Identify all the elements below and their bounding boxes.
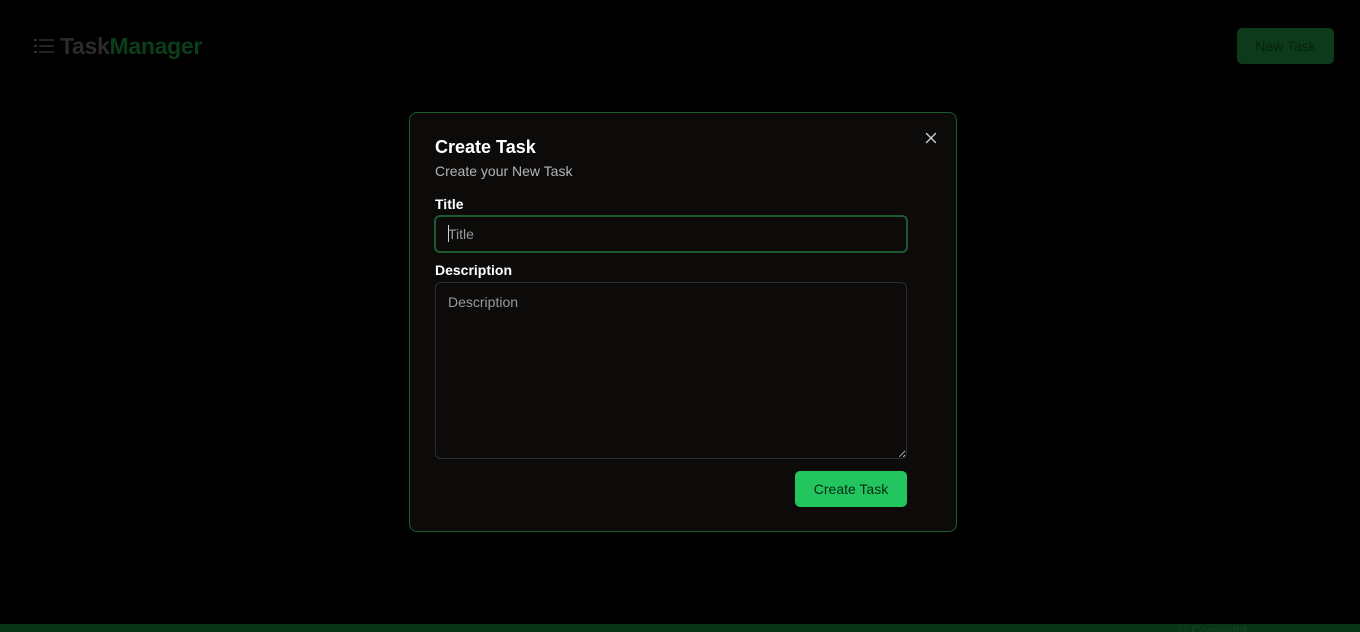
- create-task-button[interactable]: Create Task: [795, 471, 907, 507]
- description-textarea[interactable]: [435, 282, 907, 459]
- brand-part-manager: Manager: [109, 33, 203, 59]
- list-icon: [34, 39, 54, 53]
- dialog-title: Create Task: [435, 137, 536, 157]
- app-header: TaskManager New Task: [0, 0, 1360, 92]
- brand-part-task: Task: [60, 33, 110, 59]
- text-cursor: [448, 225, 449, 242]
- title-label: Title: [435, 196, 464, 212]
- brand: TaskManager: [34, 30, 202, 62]
- close-button[interactable]: [923, 130, 939, 146]
- description-label: Description: [435, 262, 513, 278]
- footer: © Copyright: [0, 624, 1360, 632]
- footer-text: © Copyright: [1178, 624, 1247, 632]
- page: TaskManager New Task © Copyright Create …: [0, 0, 1360, 632]
- new-task-button[interactable]: New Task: [1237, 28, 1334, 64]
- close-icon: [925, 132, 937, 144]
- dialog-subtitle: Create your New Task: [435, 163, 573, 179]
- title-input[interactable]: [434, 215, 908, 253]
- create-task-dialog: Create Task Create your New Task Title D…: [409, 112, 957, 532]
- app-logo[interactable]: TaskManager: [60, 30, 202, 62]
